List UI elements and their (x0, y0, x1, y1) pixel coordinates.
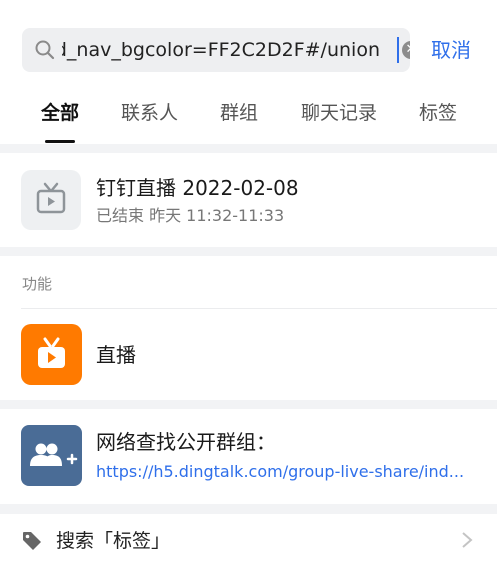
section-label-functions: 功能 (22, 275, 53, 293)
tag-search-item[interactable]: 搜索「标签」 (0, 514, 497, 567)
tab-contacts[interactable]: 联系人 (121, 100, 178, 126)
text-caret (397, 37, 399, 63)
tab-all[interactable]: 全部 (41, 100, 79, 126)
public-group-search-item[interactable]: 网络查找公开群组： https://h5.dingtalk.com/group-… (0, 409, 497, 504)
tab-tags[interactable]: 标签 (419, 100, 457, 126)
tab-chat-history[interactable]: 聊天记录 (301, 100, 377, 126)
section-separator (0, 144, 497, 153)
section-separator (0, 504, 497, 514)
live-result-title: 钉钉直播 2022-02-08 (96, 176, 299, 200)
search-box[interactable]: dd_nav_bgcolor=FF2C2D2F#/union ✕ (22, 28, 410, 72)
chevron-right-icon (462, 532, 473, 548)
function-item-label: 直播 (96, 343, 136, 367)
search-input[interactable]: dd_nav_bgcolor=FF2C2D2F#/union (62, 38, 380, 62)
search-tabs: 全部 联系人 群组 聊天记录 标签 (0, 90, 497, 142)
tag-icon (23, 532, 41, 550)
tag-search-label: 搜索「标签」 (56, 530, 171, 552)
tab-groups[interactable]: 群组 (220, 100, 258, 126)
tv-icon (21, 170, 81, 230)
section-separator (0, 400, 497, 409)
search-header: dd_nav_bgcolor=FF2C2D2F#/union ✕ 取消 (0, 0, 497, 88)
group-share-link[interactable]: https://h5.dingtalk.com/group-live-share… (96, 461, 481, 483)
live-result-item[interactable]: 钉钉直播 2022-02-08 已结束 昨天 11:32-11:33 (0, 153, 497, 247)
public-group-title: 网络查找公开群组： (96, 430, 276, 454)
live-play-icon (21, 324, 82, 385)
function-item-live[interactable]: 直播 (0, 310, 497, 400)
live-result-subtitle: 已结束 昨天 11:32-11:33 (96, 206, 285, 225)
clear-icon[interactable]: ✕ (402, 41, 410, 59)
cancel-button[interactable]: 取消 (431, 36, 471, 64)
active-tab-indicator (45, 140, 75, 143)
add-group-icon (21, 425, 82, 486)
section-separator (0, 247, 497, 256)
search-icon (35, 40, 55, 60)
divider (21, 308, 497, 309)
